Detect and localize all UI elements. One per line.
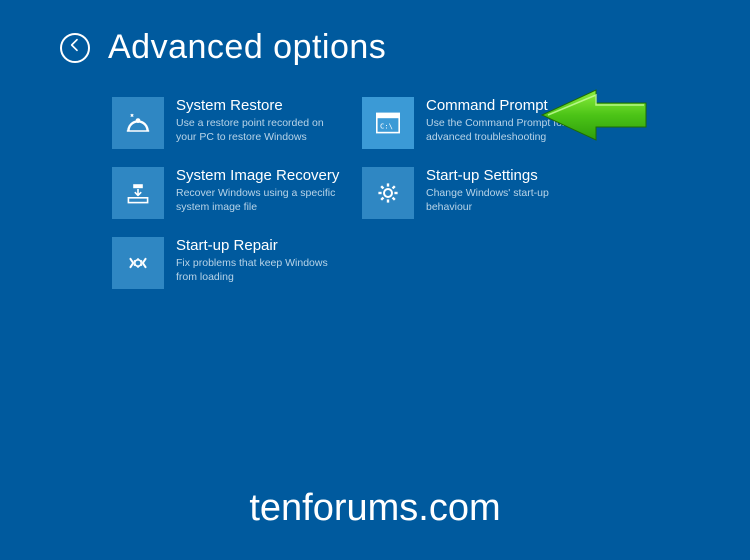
tile-desc: Change Windows' start-up behaviour (426, 187, 596, 214)
tile-desc: Fix problems that keep Windows from load… (176, 257, 346, 284)
restore-icon (112, 97, 164, 149)
tile-desc: Use a restore point recorded on your PC … (176, 117, 346, 144)
gear-icon (362, 167, 414, 219)
page-title: Advanced options (108, 28, 386, 67)
cmd-icon: C:\ (362, 97, 414, 149)
back-arrow-icon (67, 37, 83, 58)
highlight-arrow-icon (538, 88, 648, 142)
tile-title: System Restore (176, 97, 346, 115)
svg-text:C:\: C:\ (380, 122, 393, 131)
repair-icon (112, 237, 164, 289)
tile-title: Start-up Settings (426, 167, 596, 185)
tile-desc: Recover Windows using a specific system … (176, 187, 346, 214)
tile-title: Start-up Repair (176, 237, 346, 255)
tile-title: System Image Recovery (176, 167, 346, 185)
image-recovery-icon (112, 167, 164, 219)
tile-system-image-recovery[interactable]: System Image Recovery Recover Windows us… (112, 167, 362, 219)
tile-system-restore[interactable]: System Restore Use a restore point recor… (112, 97, 362, 149)
tile-startup-repair[interactable]: Start-up Repair Fix problems that keep W… (112, 237, 362, 289)
watermark: tenforums.com (0, 487, 750, 530)
tile-startup-settings[interactable]: Start-up Settings Change Windows' start-… (362, 167, 612, 219)
back-button[interactable] (60, 33, 90, 63)
